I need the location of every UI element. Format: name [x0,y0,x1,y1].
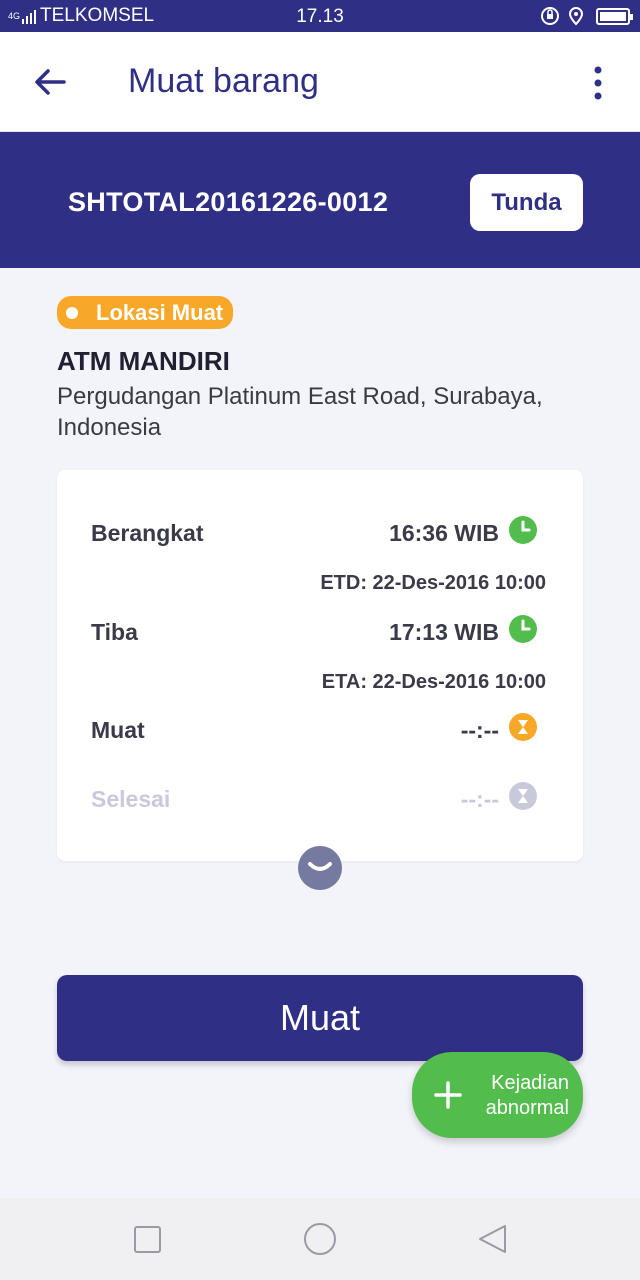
timeline-label-depart: Berangkat [91,520,204,546]
timeline-value-depart: 16:36 WIB [389,520,499,546]
timeline-label-load: Muat [91,717,145,743]
status-right [534,6,633,26]
timeline-estimate-arrive: ETA: 22-Des-2016 10:00 [321,671,546,693]
timeline-value-arrive: 17:13 WIB [389,619,499,645]
badge-dot-icon [66,306,78,319]
timeline-label-finish: Selesai [91,786,171,812]
hold-button[interactable]: Tunda [470,174,583,231]
system-nav-bar [0,1198,640,1280]
hourglass-icon [509,713,537,741]
shipment-id: SHTOTAL20161226-0012 [68,187,389,217]
battery-icon [596,7,633,25]
timeline-estimate-depart: ETD: 22-Des-2016 10:00 [320,572,546,594]
status-bar: 4G TELKOMSEL 17.13 [0,0,640,32]
recent-apps-icon[interactable] [127,1220,167,1260]
page-title: Muat barang [128,62,319,100]
plus-icon [434,1081,462,1109]
app-bar: Muat barang [0,32,640,132]
data-saver-icon [541,7,559,25]
back-triangle-icon[interactable] [472,1220,512,1260]
fab-label-line2: abnormal [485,1097,569,1119]
shipment-header: SHTOTAL20161226-0012 Tunda [0,132,640,268]
load-button[interactable]: Muat [57,975,583,1061]
report-abnormal-fab[interactable]: Kejadian abnormal [412,1052,583,1138]
location-icon [568,6,584,26]
chevron-down-icon [308,862,332,871]
timeline-value-load: --:-- [460,717,499,743]
location-badge: Lokasi Muat [57,296,234,329]
timeline-label-arrive: Tiba [91,619,138,645]
location-address: Pergudangan Platinum East Road, Surabaya… [57,383,543,441]
hourglass-icon [509,782,537,810]
timeline-card: Berangkat 16:36 WIB ETD: 22-Des-2016 10:… [57,470,583,861]
location-badge-label: Lokasi Muat [96,299,224,325]
clock-icon [509,615,537,643]
arrow-left-icon[interactable] [30,64,70,100]
timeline-value-finish: --:-- [460,786,499,812]
home-icon[interactable] [300,1220,340,1260]
fab-label-line1: Kejadian [491,1072,569,1094]
clock-icon [509,516,537,544]
location-name: ATM MANDIRI [57,346,230,376]
expand-button[interactable] [298,846,342,890]
more-vertical-icon[interactable] [586,66,610,100]
